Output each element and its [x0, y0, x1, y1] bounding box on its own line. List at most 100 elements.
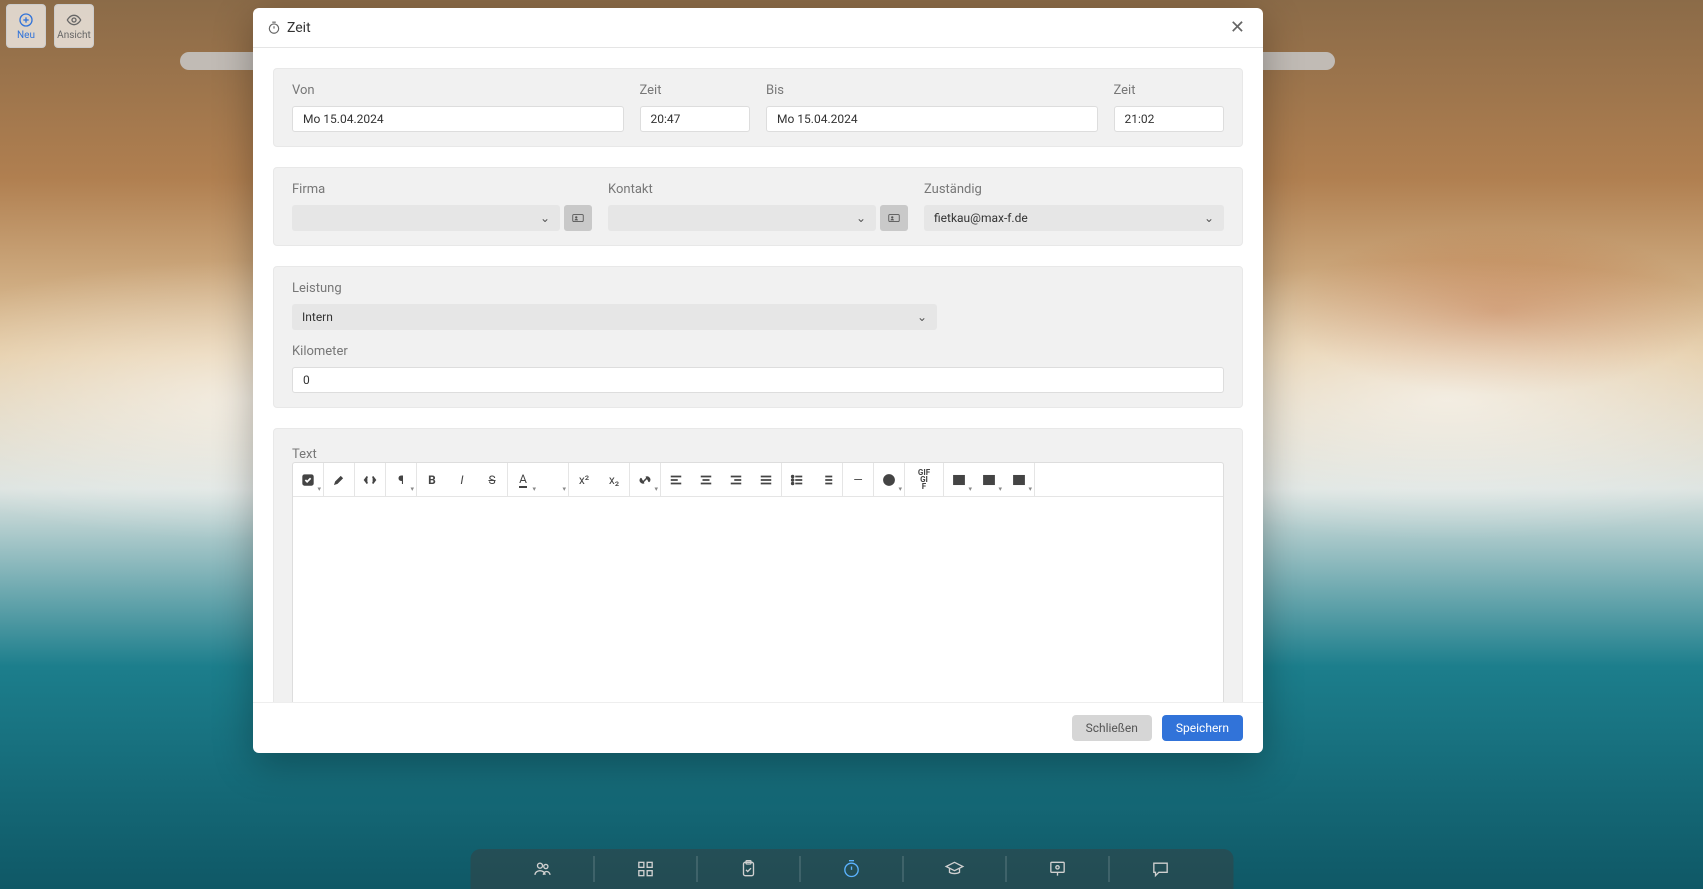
- leistung-select[interactable]: Intern⌄: [292, 304, 937, 330]
- table2-tool[interactable]: [974, 463, 1004, 496]
- grid-icon: [636, 859, 656, 879]
- minus-icon: —: [853, 473, 862, 487]
- dock-contacts[interactable]: [508, 859, 578, 879]
- link-tool[interactable]: [630, 463, 660, 496]
- smile-icon: [882, 473, 896, 487]
- leistung-label: Leistung: [292, 281, 937, 296]
- align-center-tool[interactable]: [691, 463, 721, 496]
- ordered-list-tool[interactable]: [812, 463, 842, 496]
- text-section: Text ¶ B I: [273, 428, 1243, 702]
- chevron-down-icon: ⌄: [917, 310, 927, 324]
- gif-tool[interactable]: GIFGIF: [905, 463, 943, 496]
- von-label: Von: [292, 83, 624, 98]
- save-button[interactable]: Speichern: [1162, 715, 1243, 741]
- chat-icon: [1150, 859, 1170, 879]
- id-card-icon: [887, 211, 901, 225]
- party-section: Firma ⌄ Kontakt ⌄ Zuständig fietkau@max-: [273, 167, 1243, 246]
- close-icon[interactable]: ✕: [1226, 13, 1249, 42]
- id-card-icon: [571, 211, 585, 225]
- table3-tool[interactable]: [1004, 463, 1034, 496]
- stopwatch-icon: [841, 859, 861, 879]
- new-button-label: Neu: [17, 30, 35, 41]
- highlight-tool[interactable]: [324, 463, 354, 496]
- firma-card-button[interactable]: [564, 205, 592, 231]
- dock-chat[interactable]: [1125, 859, 1195, 879]
- firma-select[interactable]: ⌄: [292, 205, 560, 231]
- list-ordered-icon: [820, 473, 834, 487]
- list-bullet-icon: [790, 473, 804, 487]
- align-justify-tool[interactable]: [751, 463, 781, 496]
- editor-textarea[interactable]: [293, 497, 1223, 702]
- dock-tasks[interactable]: [714, 859, 784, 879]
- align-justify-icon: [759, 473, 773, 487]
- view-button[interactable]: Ansicht: [54, 4, 94, 48]
- zeit-from-label: Zeit: [640, 83, 751, 98]
- modal-header: Zeit ✕: [253, 8, 1263, 48]
- zeit-to-label: Zeit: [1114, 83, 1225, 98]
- new-button[interactable]: Neu: [6, 4, 46, 48]
- dock-separator: [902, 856, 903, 882]
- zustaendig-select[interactable]: fietkau@max-f.de⌄: [924, 205, 1224, 231]
- subscript-icon: x₂: [609, 473, 619, 487]
- font-a-icon: A: [519, 472, 527, 488]
- rich-text-editor: ¶ B I S A x² x₂: [292, 462, 1224, 702]
- code-icon: [363, 473, 377, 487]
- firma-label: Firma: [292, 182, 592, 197]
- graduation-icon: [944, 859, 964, 879]
- kontakt-card-button[interactable]: [880, 205, 908, 231]
- hr-tool[interactable]: —: [843, 463, 873, 496]
- dock-present[interactable]: [1022, 859, 1092, 879]
- align-right-tool[interactable]: [721, 463, 751, 496]
- stopwatch-icon: [267, 21, 281, 35]
- superscript-icon: x²: [579, 473, 589, 487]
- align-center-icon: [699, 473, 713, 487]
- table-icon: [1012, 473, 1026, 487]
- bis-date-input[interactable]: Mo 15.04.2024: [766, 106, 1098, 132]
- time-modal: Zeit ✕ Von Mo 15.04.2024 Zeit 20:47 Bis …: [253, 8, 1263, 753]
- chevron-down-icon: ⌄: [856, 211, 866, 225]
- checkbox-tool[interactable]: [293, 463, 323, 496]
- font-family-tool[interactable]: [538, 463, 568, 496]
- dock-separator: [697, 856, 698, 882]
- code-tool[interactable]: [355, 463, 385, 496]
- kontakt-select[interactable]: ⌄: [608, 205, 876, 231]
- time-section: Von Mo 15.04.2024 Zeit 20:47 Bis Mo 15.0…: [273, 68, 1243, 147]
- people-icon: [533, 859, 553, 879]
- zustaendig-label: Zuständig: [924, 182, 1224, 197]
- zeit-from-input[interactable]: 20:47: [640, 106, 751, 132]
- kilometer-input[interactable]: 0: [292, 367, 1224, 393]
- service-section: Leistung Intern⌄ Kilometer 0: [273, 266, 1243, 408]
- text-label: Text: [292, 447, 317, 462]
- von-date-input[interactable]: Mo 15.04.2024: [292, 106, 624, 132]
- bold-tool[interactable]: B: [417, 463, 447, 496]
- paragraph-tool[interactable]: ¶: [386, 463, 416, 496]
- font-color-tool[interactable]: A: [508, 463, 538, 496]
- close-button[interactable]: Schließen: [1072, 715, 1152, 741]
- bis-label: Bis: [766, 83, 1098, 98]
- dock-apps[interactable]: [611, 859, 681, 879]
- italic-tool[interactable]: I: [447, 463, 477, 496]
- dock-separator: [594, 856, 595, 882]
- strike-tool[interactable]: S: [477, 463, 507, 496]
- table1-tool[interactable]: [944, 463, 974, 496]
- kontakt-label: Kontakt: [608, 182, 908, 197]
- eye-icon: [66, 12, 82, 28]
- subscript-tool[interactable]: x₂: [599, 463, 629, 496]
- pilcrow-icon: ¶: [398, 473, 404, 487]
- modal-title: Zeit: [287, 20, 311, 36]
- align-left-tool[interactable]: [661, 463, 691, 496]
- checkbox-icon: [301, 473, 315, 487]
- dock-time[interactable]: [816, 859, 886, 879]
- chevron-down-icon: ⌄: [1204, 211, 1214, 225]
- emoji-tool[interactable]: [874, 463, 904, 496]
- dock-education[interactable]: [919, 859, 989, 879]
- superscript-tool[interactable]: x²: [569, 463, 599, 496]
- zeit-to-input[interactable]: 21:02: [1114, 106, 1225, 132]
- highlighter-icon: [332, 473, 346, 487]
- bullet-list-tool[interactable]: [782, 463, 812, 496]
- gif-icon: GIFGIF: [918, 469, 930, 490]
- chevron-down-icon: ⌄: [540, 211, 550, 225]
- align-right-icon: [729, 473, 743, 487]
- table-icon: [952, 473, 966, 487]
- plus-circle-icon: [18, 12, 34, 28]
